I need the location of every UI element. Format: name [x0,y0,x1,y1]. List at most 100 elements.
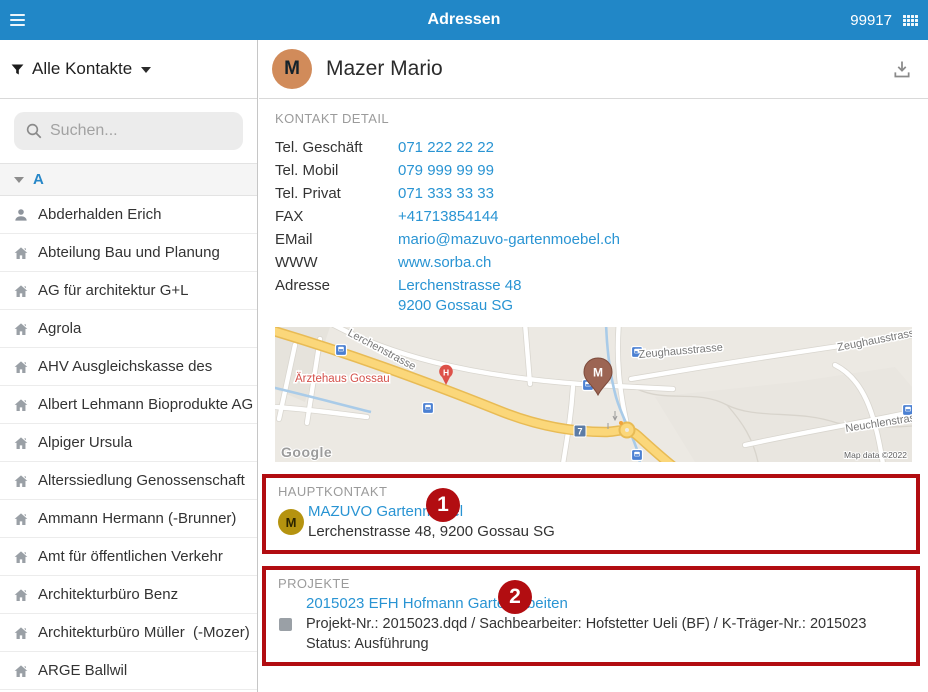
list-item-label: Agrola [38,320,81,337]
field-label: EMail [275,228,398,251]
svg-text:7: 7 [577,427,582,437]
list-item-label: Albert Lehmann Bioprodukte AG [38,396,253,413]
list-item-label: Alpiger Ursula [38,434,132,451]
building-icon [12,472,29,489]
building-icon [12,624,29,641]
list-item-label: Amt für öffentlichen Verkehr [38,548,223,565]
building-icon [12,434,29,451]
top-bar: Adressen 99917 [0,0,928,40]
contact-field: EMail mario@mazuvo-gartenmoebel.ch [275,228,912,251]
list-item[interactable]: Amt für öffentlichen Verkehr [0,538,257,576]
map[interactable]: 7 Lerchenstrasse Zeughausstrasse Zeughau… [275,327,912,462]
building-icon [12,244,29,261]
projekte-section: PROJEKTE 2015023 EFH Hofmann Gartenarbei… [262,566,920,666]
building-icon [12,282,29,299]
project-link[interactable]: 2015023 EFH Hofmann Gartenarbeiten [306,593,904,614]
section-title: HAUPTKONTAKT [278,484,904,499]
field-label: Tel. Geschäft [275,136,398,159]
list-item[interactable]: Alpiger Ursula [0,424,257,462]
field-value[interactable]: www.sorba.ch [398,251,491,274]
field-value[interactable]: mario@mazuvo-gartenmoebel.ch [398,228,620,251]
list-item[interactable]: AHV Ausgleichskasse des [0,348,257,386]
poi-label: Ärztehaus Gossau [295,373,390,385]
list-item[interactable]: Alterssiedlung Genossenschaft [0,462,257,500]
contact-field: Tel. Privat 071 333 33 33 [275,182,912,205]
project-status: Status: Ausführung [306,634,904,654]
building-icon [12,662,29,679]
field-value[interactable]: +41713854144 [398,205,499,228]
list-item-label: AG für architektur G+L [38,282,188,299]
app-title: Adressen [0,11,928,29]
building-icon [12,320,29,337]
group-header-a[interactable]: A [0,163,257,196]
field-label: Tel. Mobil [275,159,398,182]
list-item-label: Architekturbüro Benz [38,586,178,603]
collapse-caret-icon [14,177,24,183]
building-icon [12,358,29,375]
route-7-badge: 7 [574,425,586,437]
contact-field: Tel. Mobil 079 999 99 99 [275,159,912,182]
contact-field: Tel. Geschäft 071 222 22 22 [275,136,912,159]
building-icon [12,548,29,565]
list-item-label: Abderhalden Erich [38,206,161,223]
list-item-label: Abteilung Bau und Planung [38,244,220,261]
section-title: KONTAKT DETAIL [275,111,912,126]
map-attribution: Map data ©2022 [844,450,907,460]
search-input[interactable] [14,112,243,150]
record-count: 99917 [850,12,892,29]
list-item-label: AHV Ausgleichskasse des [38,358,212,375]
project-meta: Projekt-Nr.: 2015023.dqd / Sachbearbeite… [306,614,904,634]
list-item[interactable]: Architekturbüro Müller (-Mozer) [0,614,257,652]
field-value[interactable]: 071 222 22 22 [398,136,494,159]
contact-fields: Tel. Geschäft 071 222 22 22 Tel. Mobil 0… [275,136,912,315]
field-label: Adresse [275,274,398,315]
list-item[interactable]: Abteilung Bau und Planung [0,234,257,272]
hauptkontakt-section: HAUPTKONTAKT M MAZUVO Gartenmöbel Lerche… [262,474,920,554]
list-item[interactable]: ARGE Ballwil [0,652,257,690]
field-value[interactable]: 079 999 99 99 [398,159,494,182]
hauptkontakt-address: Lerchenstrasse 48, 9200 Gossau SG [308,522,555,542]
download-icon[interactable] [892,59,912,79]
filter-icon [10,62,25,77]
list-item[interactable]: Abderhalden Erich [0,196,257,234]
adressen-app: Adressen 99917 Alle Kontakte A Abderhald… [0,0,928,692]
list-item-label: Ammann Hermann (-Brunner) [38,510,236,527]
list-item[interactable]: Architekturbüro Benz [0,576,257,614]
contact-detail-panel: M Mazer Mario KONTAKT DETAIL Tel. Geschä… [259,40,928,692]
svg-text:M: M [593,366,603,380]
annotation-badge-1: 1 [426,488,460,522]
list-item[interactable]: AG für architektur G+L [0,272,257,310]
section-title: PROJEKTE [278,576,904,591]
filter-label: Alle Kontakte [32,59,132,79]
apps-grid-icon[interactable] [903,15,918,26]
field-label: Tel. Privat [275,182,398,205]
avatar: M [272,49,312,89]
building-icon [12,510,29,527]
field-value[interactable]: Lerchenstrasse 489200 Gossau SG [398,274,521,315]
list-item-label: Architekturbüro Müller (-Mozer) [38,624,250,641]
contact-field: WWW www.sorba.ch [275,251,912,274]
search-icon [25,122,43,140]
project-status-icon [279,618,292,631]
contact-list: Abderhalden Erich Abteilung Bau und Plan… [0,196,257,690]
svg-text:H: H [443,368,449,378]
field-value-line2[interactable]: 9200 Gossau SG [398,297,521,315]
person-icon [12,206,29,223]
contact-field: Adresse Lerchenstrasse 489200 Gossau SG [275,274,912,315]
contact-field: FAX +41713854144 [275,205,912,228]
kontakt-detail-section: KONTAKT DETAIL Tel. Geschäft 071 222 22 … [259,99,928,315]
contact-name: Mazer Mario [326,57,443,81]
chevron-down-icon [141,67,151,73]
list-item[interactable]: Ammann Hermann (-Brunner) [0,500,257,538]
field-label: FAX [275,205,398,228]
list-item[interactable]: Agrola [0,310,257,348]
google-logo: Google [281,444,332,460]
contact-header: M Mazer Mario [259,40,928,99]
annotation-badge-2: 2 [498,580,532,614]
list-item-label: Alterssiedlung Genossenschaft [38,472,245,489]
field-value[interactable]: 071 333 33 33 [398,182,494,205]
list-item[interactable]: Albert Lehmann Bioprodukte AG [0,386,257,424]
project-item: 2015023 EFH Hofmann Gartenarbeiten Proje… [278,593,904,654]
contact-filter[interactable]: Alle Kontakte [0,40,257,99]
avatar: M [278,509,304,535]
